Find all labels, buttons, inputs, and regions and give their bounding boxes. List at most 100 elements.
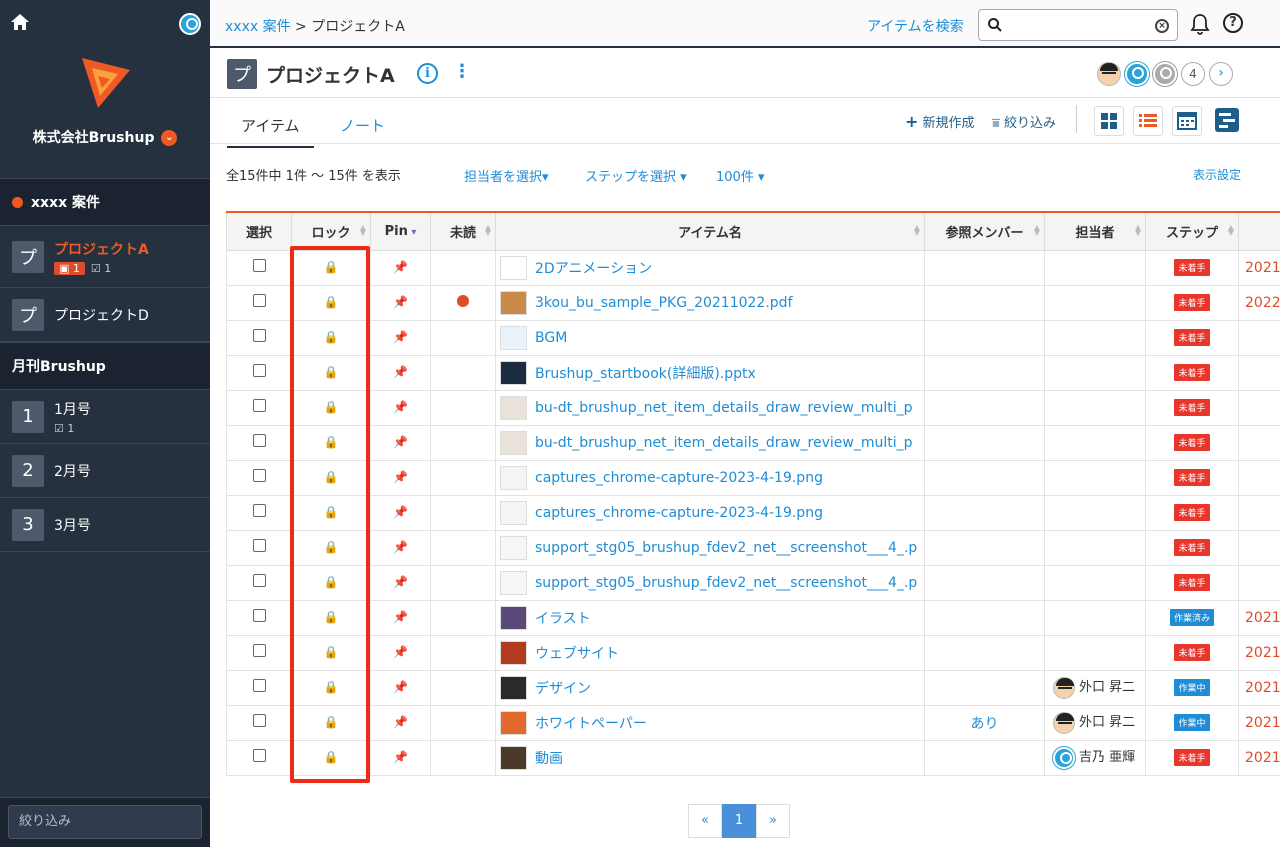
new-item-button[interactable]: + 新規作成 (905, 112, 975, 131)
item-name-link[interactable]: ウェブサイト (535, 646, 619, 662)
table-row[interactable]: 🔒 📌 動画 吉乃 亜輝 未着手 2021 (226, 740, 1280, 776)
next-page-button[interactable]: » (756, 804, 790, 838)
item-name-link[interactable]: captures_chrome-capture-2023-4-19.png (535, 505, 823, 521)
ref-members-link[interactable]: あり (971, 716, 999, 732)
table-row[interactable]: 🔒 📌 BGM 未着手 (226, 320, 1280, 356)
lock-icon[interactable]: 🔒 (324, 435, 339, 449)
item-thumbnail[interactable] (500, 465, 527, 490)
clear-icon[interactable]: × (1155, 19, 1169, 33)
pin-icon[interactable]: 📌 (393, 540, 408, 554)
table-row[interactable]: 🔒 📌 Brushup_startbook(詳細版).pptx 未着手 (226, 355, 1280, 391)
list-view-button[interactable] (1133, 106, 1163, 136)
pin-icon[interactable]: 📌 (393, 750, 408, 764)
column-header[interactable]: ロック ▲ ▼ (291, 211, 371, 251)
row-checkbox[interactable] (252, 574, 266, 587)
chevron-right-icon[interactable]: › (1209, 62, 1233, 86)
item-name-link[interactable]: 3kou_bu_sample_PKG_20211022.pdf (535, 295, 793, 311)
per-page-select[interactable]: 100件 ▾ (716, 166, 765, 185)
lock-icon[interactable]: 🔒 (324, 505, 339, 519)
status-badge[interactable]: 未着手 (1174, 434, 1210, 451)
item-thumbnail[interactable] (500, 430, 527, 455)
item-name-link[interactable]: support_stg05_brushup_fdev2_net__screens… (535, 575, 917, 591)
search-label[interactable]: アイテムを検索 (867, 16, 964, 36)
table-row[interactable]: 🔒 📌 captures_chrome-capture-2023-4-19.png 未… (226, 460, 1280, 496)
status-badge[interactable]: 未着手 (1174, 749, 1210, 766)
prev-page-button[interactable]: « (688, 804, 722, 838)
column-header[interactable]: 担当者 ▲ ▼ (1044, 211, 1146, 251)
table-row[interactable]: 🔒 📌 3kou_bu_sample_PKG_20211022.pdf 未着手 2022 (226, 285, 1280, 321)
row-checkbox[interactable] (252, 399, 266, 412)
pin-icon[interactable]: 📌 (393, 365, 408, 379)
row-checkbox[interactable] (252, 714, 266, 727)
pin-icon[interactable]: 📌 (393, 505, 408, 519)
item-name-link[interactable]: デザイン (535, 681, 591, 697)
page-1-button[interactable]: 1 (722, 804, 756, 838)
item-thumbnail[interactable] (500, 255, 527, 280)
avatar[interactable] (1097, 62, 1121, 86)
row-checkbox[interactable] (252, 294, 266, 307)
avatar[interactable] (1153, 62, 1177, 86)
item-thumbnail[interactable] (500, 570, 527, 595)
column-header[interactable]: 参照メンバー ▲ ▼ (924, 211, 1045, 251)
row-checkbox[interactable] (252, 434, 266, 447)
item-name-link[interactable]: captures_chrome-capture-2023-4-19.png (535, 470, 823, 486)
item-name-link[interactable]: 2Dアニメーション (535, 261, 652, 277)
assignee-filter[interactable]: 担当者を選択▾ (464, 166, 549, 185)
table-row[interactable]: 🔒 📌 デザイン 外口 昇二 作業中 2021 (226, 670, 1280, 706)
column-header[interactable]: アイテム名 ▲ ▼ (495, 211, 925, 251)
lock-icon[interactable]: 🔒 (324, 680, 339, 694)
lock-icon[interactable]: 🔒 (324, 470, 339, 484)
pin-icon[interactable]: 📌 (393, 680, 408, 694)
pin-icon[interactable]: 📌 (393, 645, 408, 659)
pin-icon[interactable]: 📌 (393, 400, 408, 414)
sidebar-item-feb[interactable]: 2 2月号 (0, 444, 210, 498)
lock-icon[interactable]: 🔒 (324, 575, 339, 589)
row-checkbox[interactable] (252, 539, 266, 552)
lock-icon[interactable]: 🔒 (324, 330, 339, 344)
bell-icon[interactable] (1190, 13, 1210, 35)
row-checkbox[interactable] (252, 329, 266, 342)
lock-icon[interactable]: 🔒 (324, 540, 339, 554)
calendar-view-button[interactable] (1172, 106, 1202, 136)
grid-view-button[interactable] (1094, 106, 1124, 136)
pin-icon[interactable]: 📌 (393, 435, 408, 449)
row-checkbox[interactable] (252, 504, 266, 517)
lock-icon[interactable]: 🔒 (324, 400, 339, 414)
item-name-link[interactable]: support_stg05_brushup_fdev2_net__screens… (535, 540, 917, 556)
table-row[interactable]: 🔒 📌 bu-dt_brushup_net_item_details_draw_re… (226, 425, 1280, 461)
item-thumbnail[interactable] (500, 710, 527, 735)
row-checkbox[interactable] (252, 679, 266, 692)
pin-icon[interactable]: 📌 (393, 575, 408, 589)
sidebar-filter-input[interactable]: 絞り込み (8, 805, 202, 839)
company-name[interactable]: 株式会社Brushup ⌄ (0, 127, 210, 147)
table-row[interactable]: 🔒 📌 captures_chrome-capture-2023-4-19.png 未… (226, 495, 1280, 531)
status-badge[interactable]: 未着手 (1174, 644, 1210, 661)
row-checkbox[interactable] (252, 749, 266, 762)
status-badge[interactable]: 未着手 (1174, 574, 1210, 591)
pin-icon[interactable]: 📌 (393, 260, 408, 274)
lock-icon[interactable]: 🔒 (324, 645, 339, 659)
home-icon[interactable] (10, 12, 30, 32)
status-badge[interactable]: 未着手 (1174, 539, 1210, 556)
info-icon[interactable]: i (417, 63, 438, 84)
column-header[interactable]: 未読 ▲ ▼ (430, 211, 496, 251)
table-row[interactable]: 🔒 📌 ホワイトペーパー あり 外口 昇二 作業中 2021 (226, 705, 1280, 741)
item-name-link[interactable]: ホワイトペーパー (535, 716, 647, 732)
pin-icon[interactable]: 📌 (393, 715, 408, 729)
column-header[interactable]: Pin ▾ (370, 211, 431, 251)
item-name-link[interactable]: イラスト (535, 611, 591, 627)
lock-icon[interactable]: 🔒 (324, 610, 339, 624)
status-badge[interactable]: 作業中 (1174, 679, 1210, 696)
item-name-link[interactable]: BGM (535, 330, 567, 346)
more-icon[interactable]: ⋮ (453, 61, 471, 82)
breadcrumb-link[interactable]: xxxx 案件 (225, 19, 291, 35)
pin-icon[interactable]: 📌 (393, 330, 408, 344)
status-badge[interactable]: 作業済み (1169, 609, 1214, 626)
status-badge[interactable]: 未着手 (1174, 294, 1210, 311)
search-input[interactable]: × (978, 9, 1178, 41)
lock-icon[interactable]: 🔒 (324, 260, 339, 274)
item-thumbnail[interactable] (500, 500, 527, 525)
item-name-link[interactable]: bu-dt_brushup_net_item_details_draw_revi… (535, 400, 913, 416)
table-row[interactable]: 🔒 📌 イラスト 作業済み 2021 (226, 600, 1280, 636)
table-row[interactable]: 🔒 📌 bu-dt_brushup_net_item_details_draw_re… (226, 390, 1280, 426)
